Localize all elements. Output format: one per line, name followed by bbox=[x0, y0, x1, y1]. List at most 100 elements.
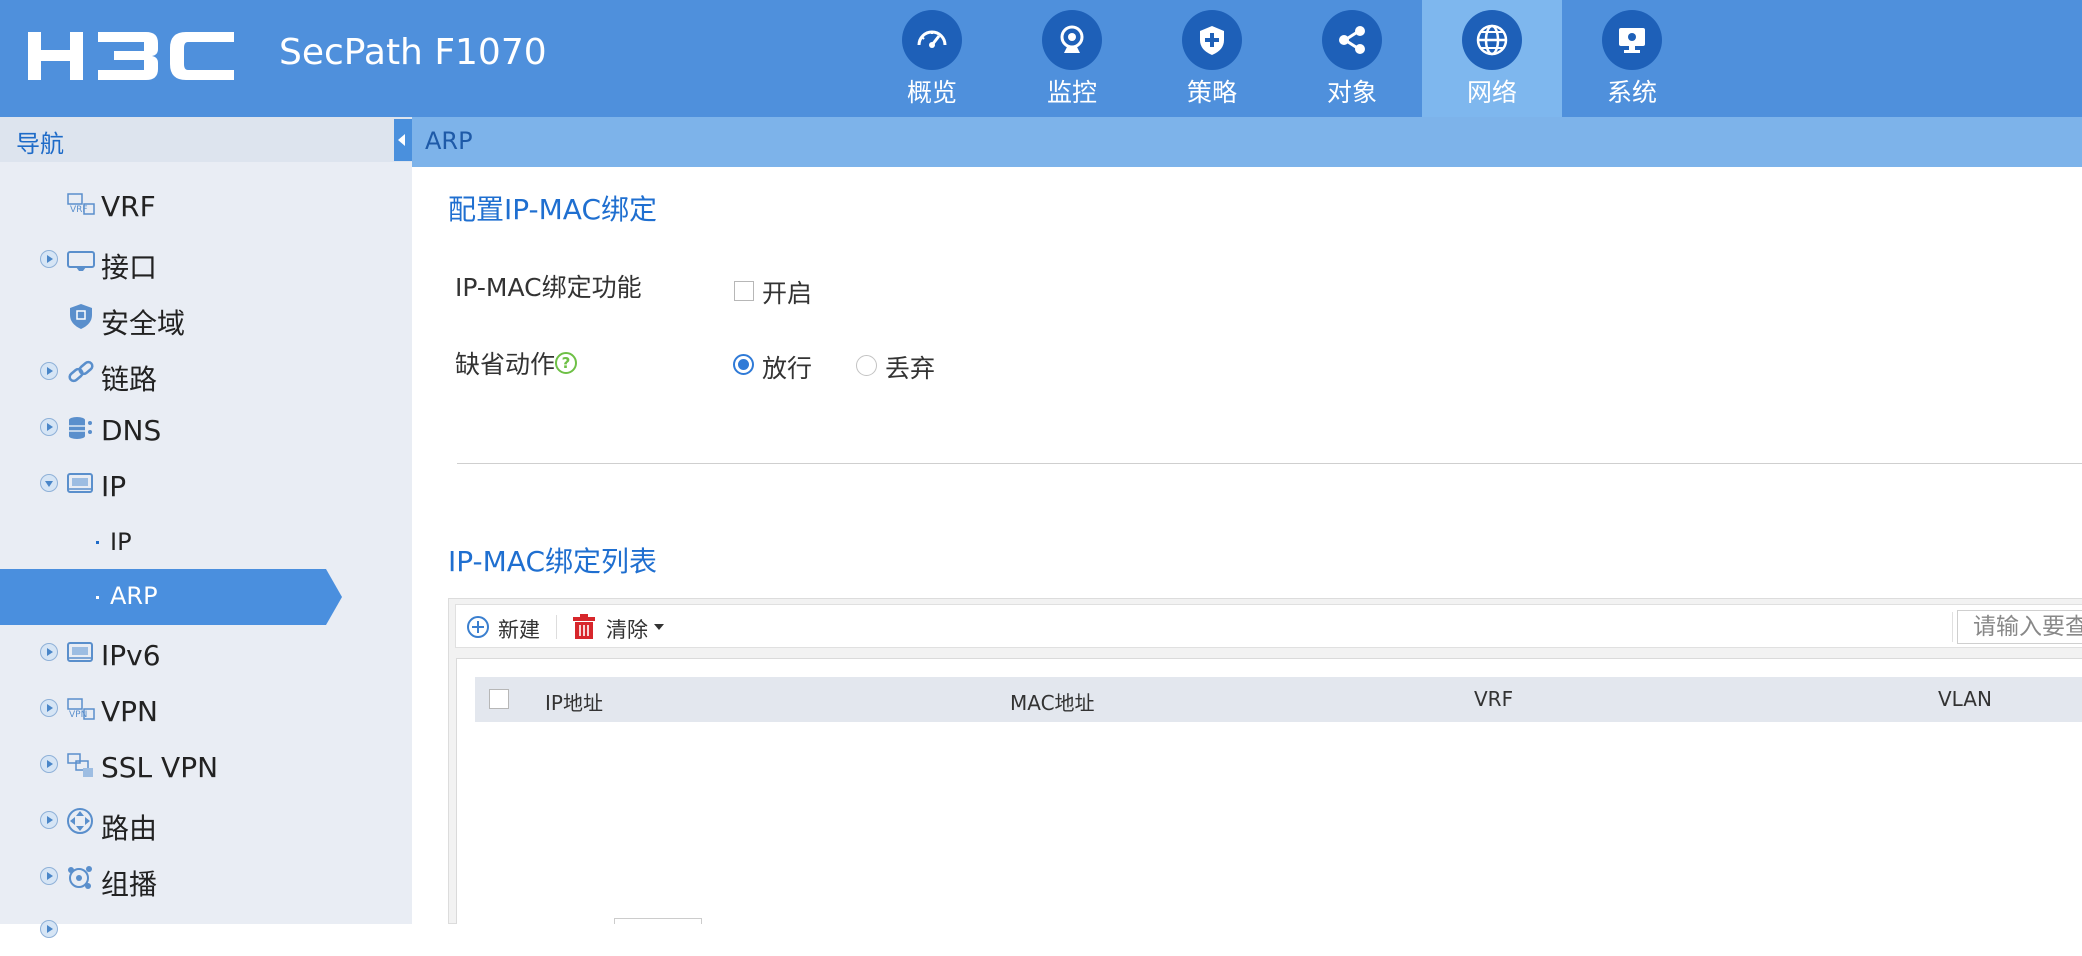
tab-system[interactable]: 系统 bbox=[1562, 0, 1702, 117]
shield-icon bbox=[1182, 10, 1242, 70]
sidebar-item-label: ARP bbox=[110, 582, 158, 610]
expand-icon[interactable] bbox=[40, 755, 58, 773]
sidebar-item-ip[interactable]: IP bbox=[0, 466, 412, 510]
sidebar-item-multicast[interactable]: 组播 bbox=[0, 859, 412, 903]
tab-objects-label: 对象 bbox=[1326, 78, 1377, 107]
bullet-icon bbox=[96, 596, 99, 599]
breadcrumb: ARP bbox=[425, 127, 473, 155]
sidebar-item-label: VPN bbox=[101, 695, 158, 728]
column-header-vrf[interactable]: VRF bbox=[1474, 687, 1513, 711]
multicast-icon bbox=[68, 866, 92, 889]
discard-radio[interactable] bbox=[856, 355, 877, 376]
sidebar-collapse-button[interactable] bbox=[394, 119, 412, 161]
sidebar-item-label: SSL VPN bbox=[101, 751, 219, 784]
select-all-checkbox[interactable] bbox=[489, 689, 509, 709]
share-icon bbox=[1322, 10, 1382, 70]
enable-binding-checkbox[interactable] bbox=[734, 281, 754, 301]
permit-radio[interactable] bbox=[733, 354, 754, 375]
help-icon[interactable]: ? bbox=[555, 352, 577, 374]
tab-policy-label: 策略 bbox=[1186, 78, 1237, 107]
section-divider bbox=[457, 463, 2082, 464]
expand-icon[interactable] bbox=[40, 699, 58, 717]
column-header-vlan[interactable]: VLAN bbox=[1938, 687, 1992, 711]
chevron-down-icon[interactable] bbox=[654, 624, 664, 631]
expand-icon[interactable] bbox=[40, 643, 58, 661]
interface-icon bbox=[67, 251, 95, 271]
dashboard-icon bbox=[902, 10, 962, 70]
trash-icon[interactable] bbox=[571, 613, 597, 641]
breadcrumb-bar bbox=[412, 117, 2082, 167]
clear-button[interactable]: 清除 bbox=[606, 614, 648, 644]
routing-icon bbox=[67, 808, 93, 834]
ip-icon bbox=[67, 473, 93, 493]
sidebar-item-partial[interactable] bbox=[0, 912, 412, 956]
tab-system-label: 系统 bbox=[1606, 78, 1657, 107]
sidebar-item-ssl-vpn[interactable]: SSL VPN bbox=[0, 747, 412, 791]
ip-mac-binding-label: IP-MAC绑定功能 bbox=[455, 273, 642, 302]
sidebar-item-vpn[interactable]: VPN VPN bbox=[0, 691, 412, 735]
tab-network[interactable]: 网络 bbox=[1422, 0, 1562, 117]
config-section-title: 配置IP-MAC绑定 bbox=[448, 193, 658, 226]
new-button[interactable]: 新建 bbox=[498, 614, 540, 644]
column-header-ip[interactable]: IP地址 bbox=[545, 687, 603, 716]
sidebar-item-label: 安全域 bbox=[101, 307, 186, 340]
selected-arrow bbox=[326, 569, 342, 625]
h3c-logo bbox=[28, 32, 234, 80]
sidebar-item-security-zone[interactable]: 安全域 bbox=[0, 298, 412, 342]
vrf-icon: VRF bbox=[67, 193, 95, 215]
tab-network-label: 网络 bbox=[1466, 78, 1517, 107]
expand-icon[interactable] bbox=[40, 867, 58, 885]
toolbar-separator bbox=[1952, 612, 1953, 642]
sidebar-item-label: 接口 bbox=[101, 251, 158, 284]
tab-overview[interactable]: 概览 bbox=[862, 0, 1002, 117]
sidebar-item-routing[interactable]: 路由 bbox=[0, 803, 412, 847]
sidebar-item-label: IPv6 bbox=[101, 639, 161, 672]
list-section-title: IP-MAC绑定列表 bbox=[448, 545, 658, 578]
expand-icon[interactable] bbox=[40, 418, 58, 436]
expand-icon[interactable] bbox=[40, 920, 58, 938]
sidebar-item-link[interactable]: 链路 bbox=[0, 354, 412, 398]
sidebar-item-label: DNS bbox=[101, 414, 162, 447]
tab-monitor-label: 监控 bbox=[1046, 78, 1097, 107]
camera-icon bbox=[1042, 10, 1102, 70]
tab-overview-label: 概览 bbox=[906, 78, 957, 107]
expand-icon[interactable] bbox=[40, 362, 58, 380]
table-toolbar bbox=[455, 604, 2082, 648]
sidebar-item-interface[interactable]: 接口 bbox=[0, 242, 412, 286]
expand-icon[interactable] bbox=[40, 811, 58, 829]
link-icon bbox=[68, 360, 94, 383]
search-input[interactable]: 请输入要查询的内容 bbox=[1957, 610, 2082, 644]
expand-icon[interactable] bbox=[40, 250, 58, 268]
vpn-icon: VPN bbox=[67, 698, 95, 720]
sidebar-item-arp[interactable]: ARP bbox=[0, 569, 342, 625]
monitor-icon bbox=[1602, 10, 1662, 70]
bullet-icon bbox=[96, 541, 99, 544]
globe-icon bbox=[1462, 10, 1522, 70]
ipv6-icon bbox=[67, 642, 93, 662]
tab-monitor[interactable]: 监控 bbox=[1002, 0, 1142, 117]
sidebar-item-ip-sub[interactable]: IP bbox=[0, 520, 412, 564]
sidebar-item-vrf[interactable]: VRF VRF bbox=[0, 186, 412, 230]
security-zone-icon bbox=[70, 304, 92, 329]
product-name: SecPath F1070 bbox=[279, 32, 547, 73]
discard-label: 丢弃 bbox=[885, 354, 936, 383]
ssl-vpn-icon bbox=[67, 753, 93, 777]
default-action-label: 缺省动作 bbox=[455, 350, 556, 379]
add-icon[interactable] bbox=[466, 615, 490, 639]
permit-label: 放行 bbox=[762, 354, 813, 383]
toolbar-separator bbox=[556, 615, 557, 639]
sidebar-item-ipv6[interactable]: IPv6 bbox=[0, 635, 412, 679]
page-size-select[interactable] bbox=[614, 918, 702, 924]
selected-highlight bbox=[0, 569, 326, 625]
column-header-mac[interactable]: MAC地址 bbox=[1010, 687, 1095, 716]
sidebar-item-label: IP bbox=[110, 528, 132, 556]
collapse-icon[interactable] bbox=[40, 474, 58, 492]
sidebar-title: 导航 bbox=[16, 130, 64, 158]
sidebar-item-dns[interactable]: DNS bbox=[0, 410, 412, 454]
enable-binding-label: 开启 bbox=[762, 279, 813, 308]
tab-policy[interactable]: 策略 bbox=[1142, 0, 1282, 117]
sidebar-item-label: 链路 bbox=[101, 363, 158, 396]
dns-icon bbox=[69, 417, 92, 439]
tab-objects[interactable]: 对象 bbox=[1282, 0, 1422, 117]
sidebar-item-label: 组播 bbox=[101, 868, 158, 901]
